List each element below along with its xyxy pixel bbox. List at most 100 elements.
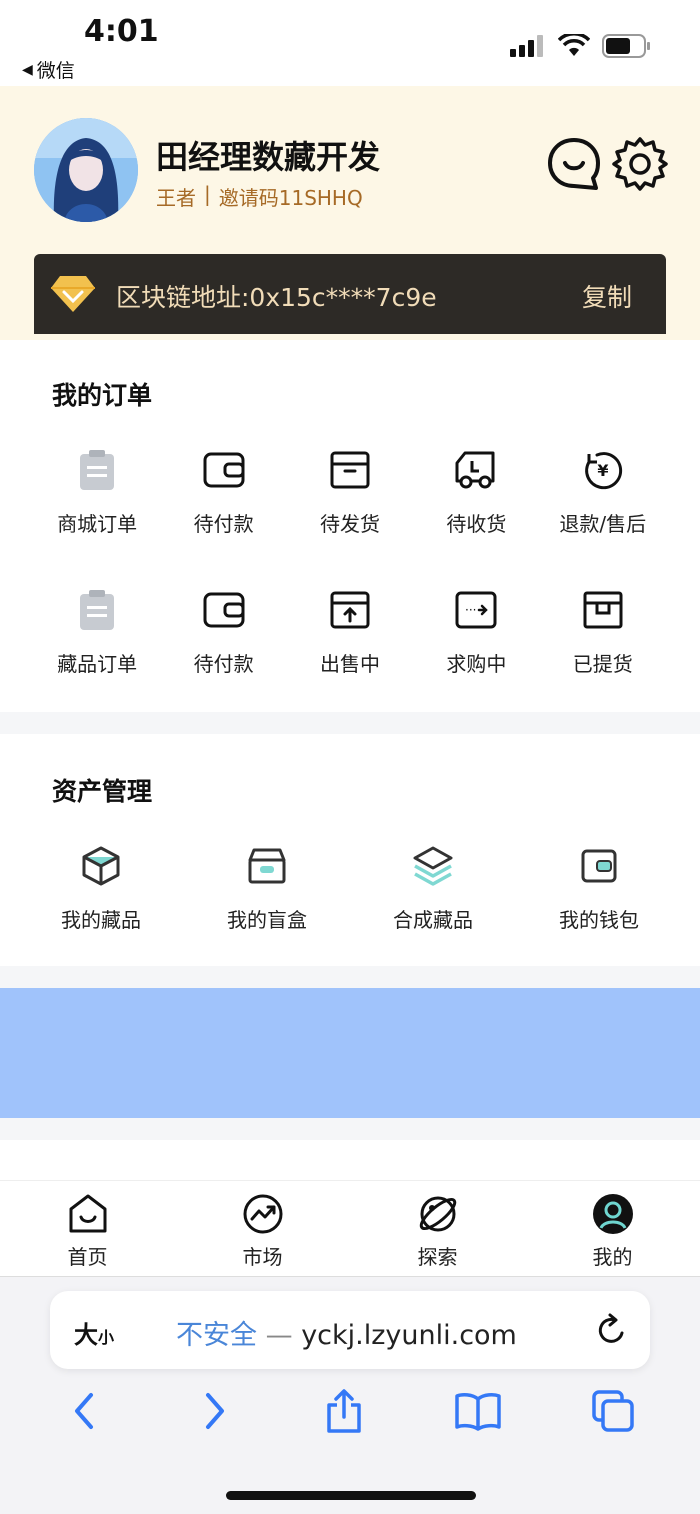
mall-orders-button[interactable]: 商城订单 (34, 448, 160, 537)
battery-icon (602, 34, 650, 58)
username: 田经理数藏开发 (156, 138, 381, 176)
trend-chart-icon (243, 1194, 282, 1234)
meta-separator: | (204, 182, 211, 206)
clipboard-icon (80, 590, 115, 630)
picked-up-label: 已提货 (572, 652, 633, 676)
truck-icon (455, 451, 495, 489)
gear-icon[interactable] (612, 136, 668, 192)
insecure-label: 不安全 (176, 1320, 257, 1351)
tab-market[interactable]: 市场 (175, 1181, 350, 1276)
assets-row: 我的藏品 我的盲盒 合成藏品 我的钱包 (18, 844, 682, 933)
synthesize-collection-button[interactable]: 合成藏品 (350, 844, 516, 933)
refund-aftersale-label: 退款/售后 (559, 512, 647, 536)
tab-home-label: 首页 (67, 1245, 108, 1269)
pending-payment-2-label: 待付款 (193, 652, 254, 676)
wanted-label: 求购中 (446, 652, 507, 676)
section-divider (0, 712, 700, 734)
layers-icon (413, 846, 453, 886)
user-level: 王者 (156, 186, 196, 210)
status-icons (510, 34, 652, 58)
url-text: 不安全 — yckj.lzyunli.com (176, 1313, 517, 1352)
svg-text:···: ··· (465, 603, 476, 617)
forward-chevron-icon[interactable] (194, 1389, 234, 1433)
bottom-tab-bar: 首页 市场 探索 我的 (0, 1180, 700, 1276)
tabs-icon[interactable] (591, 1389, 635, 1433)
browser-nav-buttons (0, 1389, 700, 1433)
tab-mine-label: 我的 (592, 1245, 633, 1269)
pending-payment-label: 待付款 (193, 512, 254, 536)
tab-mine[interactable]: 我的 (525, 1181, 700, 1276)
wanted-button[interactable]: ··· 求购中 (413, 588, 539, 677)
package-icon (583, 591, 623, 629)
pending-payment-2-button[interactable]: 待付款 (160, 588, 286, 677)
message-bubble-icon[interactable] (546, 136, 602, 192)
wallet-icon (581, 849, 617, 883)
assets-section: 资产管理 我的藏品 我的盲盒 合成藏品 我的钱包 (0, 734, 700, 966)
wallet-icon (203, 592, 245, 628)
collection-orders-label: 藏品订单 (57, 652, 138, 676)
box-icon (330, 451, 370, 489)
orders-section: 我的订单 商城订单 待付款 待发货 待收货 ¥ 退款/售后 藏品订单 待付款 出… (0, 340, 700, 712)
content-spacer (0, 1140, 700, 1180)
tab-explore-label: 探索 (417, 1245, 458, 1269)
tab-market-label: 市场 (242, 1245, 283, 1269)
url-dash: — (265, 1320, 293, 1351)
bookmarks-icon[interactable] (454, 1389, 502, 1433)
copy-button[interactable]: 复制 (582, 278, 632, 314)
picked-up-button[interactable]: 已提货 (540, 588, 666, 677)
my-wallet-button[interactable]: 我的钱包 (516, 844, 682, 933)
back-app-label: 微信 (36, 60, 75, 82)
clock: 4:01 (84, 14, 159, 49)
my-wallet-label: 我的钱包 (559, 908, 639, 932)
svg-text:¥: ¥ (597, 461, 608, 480)
diamond-icon (51, 276, 95, 312)
tab-explore[interactable]: 探索 (350, 1181, 525, 1276)
my-collections-button[interactable]: 我的藏品 (18, 844, 184, 933)
orders-row-2: 藏品订单 待付款 出售中 ··· 求购中 已提货 (34, 588, 666, 677)
pending-receipt-button[interactable]: 待收货 (413, 448, 539, 537)
pending-payment-button[interactable]: 待付款 (160, 448, 286, 537)
chain-address: 区块链地址:0x15c****7c9e (116, 283, 437, 312)
clipboard-icon (80, 450, 115, 490)
chain-address-bar: 区块链地址:0x15c****7c9e 复制 (34, 254, 666, 334)
wallet-icon (203, 452, 245, 488)
user-meta: 王者 | 邀请码11SHHQ (156, 182, 363, 211)
avatar[interactable] (34, 118, 138, 222)
collection-orders-button[interactable]: 藏品订单 (34, 588, 160, 677)
text-size-button[interactable]: 大小 (74, 1315, 114, 1350)
cellular-signal-icon (510, 35, 543, 57)
url-domain: yckj.lzyunli.com (301, 1320, 517, 1351)
promo-banner[interactable] (0, 988, 700, 1118)
my-collections-label: 我的藏品 (61, 908, 141, 932)
reload-icon[interactable] (596, 1313, 628, 1347)
home-indicator (226, 1491, 476, 1500)
synthesize-collection-label: 合成藏品 (393, 908, 473, 932)
pending-shipment-label: 待发货 (319, 512, 380, 536)
on-sale-button[interactable]: 出售中 (287, 588, 413, 677)
cube-icon (82, 846, 120, 886)
section-divider (0, 966, 700, 988)
mall-orders-label: 商城订单 (57, 512, 138, 536)
assets-title: 资产管理 (52, 777, 153, 806)
blind-box-icon (248, 848, 286, 884)
share-icon[interactable] (324, 1389, 364, 1433)
pending-shipment-button[interactable]: 待发货 (287, 448, 413, 537)
box-upload-icon (330, 591, 370, 629)
planet-icon (419, 1196, 456, 1232)
profile-header: 田经理数藏开发 王者 | 邀请码11SHHQ 区块链地址:0x15c****7c… (0, 86, 700, 340)
back-triangle-icon: ◀ (22, 61, 33, 78)
refund-yuan-icon: ¥ (584, 452, 622, 490)
address-bar[interactable]: 大小 不安全 — yckj.lzyunli.com (50, 1291, 650, 1369)
dashed-arrow-box-icon: ··· (455, 591, 497, 629)
home-icon (69, 1194, 106, 1233)
orders-row-1: 商城订单 待付款 待发货 待收货 ¥ 退款/售后 (34, 448, 666, 537)
on-sale-label: 出售中 (319, 652, 380, 676)
user-profile-icon (592, 1194, 633, 1234)
orders-title: 我的订单 (52, 381, 153, 410)
refund-aftersale-button[interactable]: ¥ 退款/售后 (540, 448, 666, 537)
pending-receipt-label: 待收货 (446, 512, 507, 536)
back-chevron-icon[interactable] (65, 1389, 105, 1433)
tab-home[interactable]: 首页 (0, 1181, 175, 1276)
my-blind-box-button[interactable]: 我的盲盒 (184, 844, 350, 933)
back-to-app[interactable]: ◀ 微信 (22, 56, 75, 83)
